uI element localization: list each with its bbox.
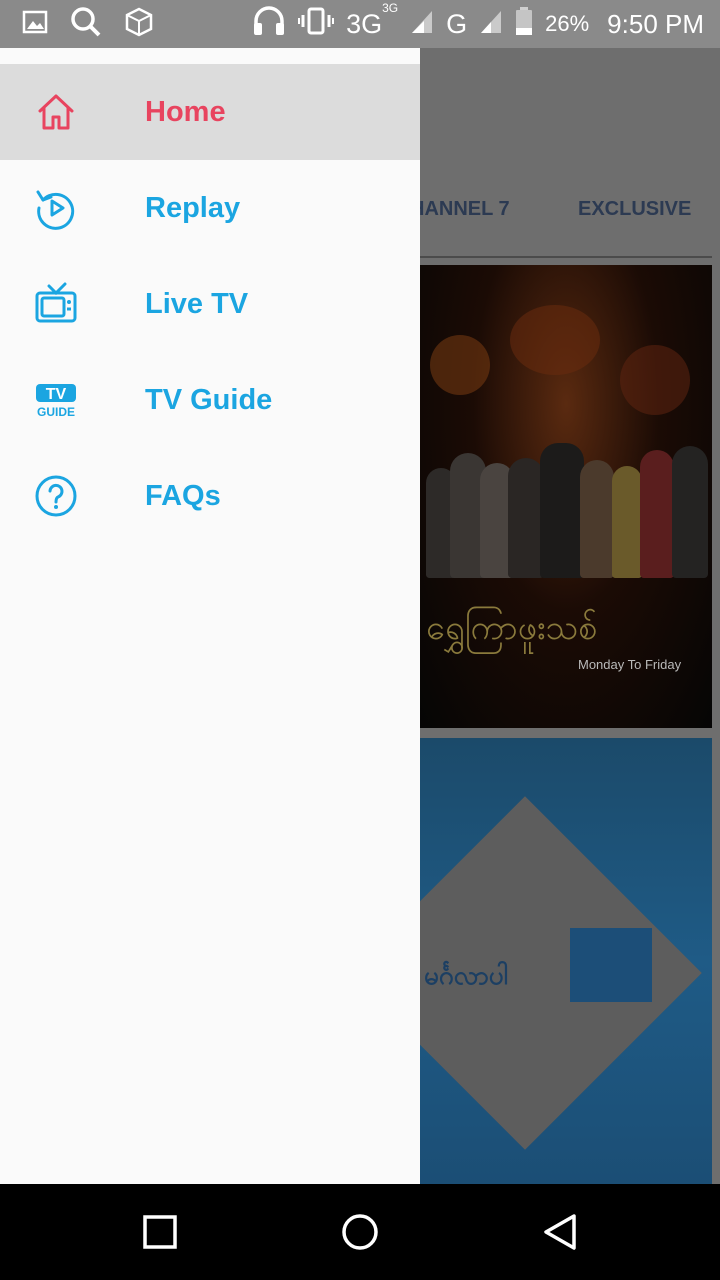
tv-guide-icon: TV GUIDE	[34, 378, 78, 422]
poster-title: ရွှေကြာဖူးသစ်	[426, 608, 598, 648]
vibrate-icon	[298, 6, 335, 43]
system-nav-bar	[0, 1184, 720, 1280]
poster-subtitle: Monday To Friday	[578, 657, 682, 672]
question-icon	[34, 474, 78, 518]
drawer-item-label: TV Guide	[145, 383, 273, 416]
signal-icon	[410, 8, 434, 41]
poster-title: မင်္ဂလာပါ	[424, 960, 509, 990]
back-triangle-icon	[544, 1214, 576, 1250]
drawer-item-faqs[interactable]: FAQs	[0, 448, 420, 544]
tab-channel-7[interactable]: HANNEL 7	[410, 198, 510, 221]
recents-button[interactable]	[140, 1212, 180, 1252]
gallery-icon	[22, 9, 48, 40]
cast-member	[640, 450, 674, 578]
signal-icon-2	[479, 8, 503, 41]
tab-exclusive[interactable]: EXCLUSIVE	[578, 198, 691, 221]
clock: 9:50 PM	[607, 8, 704, 39]
poster-logo-square	[570, 928, 652, 1002]
drawer-item-live-tv[interactable]: Live TV	[0, 256, 420, 352]
battery-percent: 26%	[545, 11, 590, 36]
home-button[interactable]	[340, 1212, 380, 1252]
cast-member	[612, 466, 642, 578]
bokeh-light	[620, 345, 690, 415]
home-icon	[34, 90, 78, 134]
drawer-item-label: Replay	[145, 191, 241, 224]
navigation-drawer: Home Replay Live TV TV GUIDE TV Guide FAQ…	[0, 48, 420, 1184]
drawer-item-label: FAQs	[145, 479, 221, 512]
circle-icon	[342, 1214, 378, 1250]
square-icon	[143, 1215, 177, 1249]
cast-member	[540, 443, 584, 578]
tv-icon	[34, 282, 78, 326]
tv-guide-icon-subtext: GUIDE	[37, 405, 75, 419]
bokeh-light	[430, 335, 490, 395]
network-g-label: G	[446, 8, 468, 39]
tab-divider	[420, 256, 712, 258]
tv-guide-icon-text: TV	[46, 386, 67, 403]
battery-icon	[515, 6, 533, 43]
drawer-item-label: Home	[145, 95, 226, 128]
replay-icon	[34, 186, 78, 230]
bokeh-light	[510, 305, 600, 375]
drawer-item-tv-guide[interactable]: TV GUIDE TV Guide	[0, 352, 420, 448]
status-bar: 3G3G G 26% 9:50 PM	[0, 0, 720, 48]
cube-icon	[124, 7, 154, 42]
cast-photo	[420, 438, 712, 578]
drawer-item-home[interactable]: Home	[0, 64, 420, 160]
program-poster-1[interactable]: ရွှေကြာဖူးသစ် Monday To Friday	[420, 265, 712, 728]
drawer-item-label: Live TV	[145, 287, 249, 320]
cast-member	[672, 446, 708, 578]
program-poster-2[interactable]: မင်္ဂလာပါ	[420, 738, 712, 1184]
network-3g-label: 3G3G	[346, 0, 399, 39]
cast-member	[508, 458, 544, 578]
cast-member	[580, 460, 614, 578]
drawer-item-replay[interactable]: Replay	[0, 160, 420, 256]
back-button[interactable]	[540, 1212, 580, 1252]
headset-icon	[252, 5, 286, 44]
search-icon	[70, 6, 102, 43]
